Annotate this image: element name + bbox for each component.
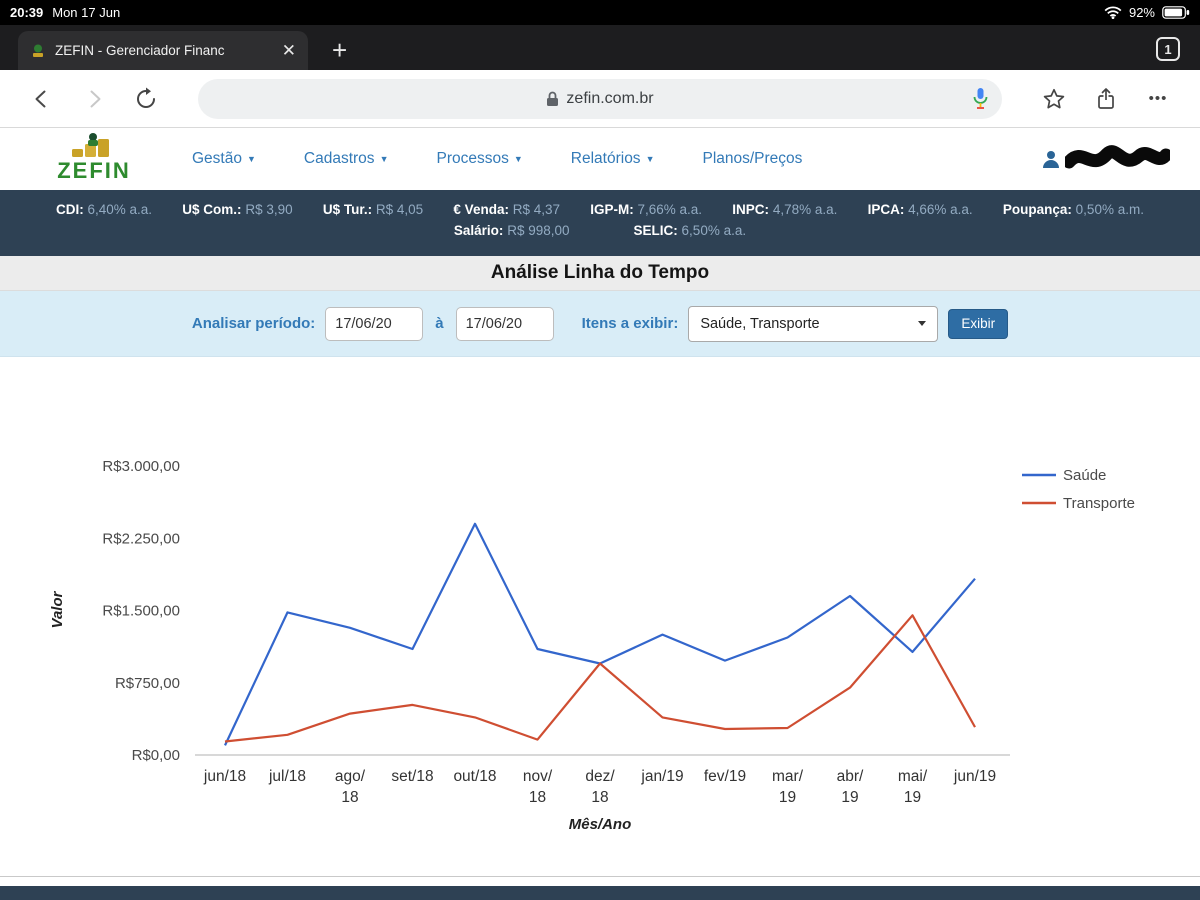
page-title: Análise Linha do Tempo <box>490 262 710 283</box>
zefin-logo[interactable]: ZEFIN <box>38 131 150 188</box>
chevron-down-icon: ▼ <box>645 154 655 164</box>
forward-button[interactable] <box>68 77 120 121</box>
svg-text:Saúde: Saúde <box>1063 467 1106 484</box>
user-icon <box>1043 151 1059 168</box>
clock: 20:39 <box>10 5 44 20</box>
nav-item-processos[interactable]: Processos ▼ <box>436 150 522 168</box>
svg-text:R$0,00: R$0,00 <box>132 747 180 764</box>
new-tab-button[interactable]: + <box>332 37 347 63</box>
status-bar: 20:39 Mon 17 Jun 92% <box>0 0 1200 25</box>
timeline-chart: R$0,00 R$750,00 R$1.500,00 R$2.250,00 R$3.00… <box>49 458 1135 833</box>
screen: 20:39 Mon 17 Jun 92% ZEFIN - Gerenciador… <box>0 0 1200 900</box>
title-bar: Análise Linha do Tempo <box>0 256 1200 291</box>
svg-text:Valor: Valor <box>49 590 66 628</box>
menu-button[interactable]: ••• <box>1132 77 1184 121</box>
battery-icon <box>1162 6 1190 19</box>
svg-text:out/18: out/18 <box>453 768 496 785</box>
share-button[interactable] <box>1080 77 1132 121</box>
period-separator: à <box>435 315 444 332</box>
nav-item-relatorios[interactable]: Relatórios ▼ <box>571 150 655 168</box>
svg-text:R$1.500,00: R$1.500,00 <box>102 603 180 620</box>
address-bar[interactable]: zefin.com.br <box>198 78 1002 119</box>
mic-icon[interactable] <box>972 87 989 111</box>
svg-text:R$2.250,00: R$2.250,00 <box>102 530 180 547</box>
svg-text:mar/19: mar/19 <box>772 768 804 806</box>
items-select[interactable]: Saúde, Transporte <box>688 305 939 342</box>
date-to-input[interactable] <box>455 306 554 341</box>
filter-bar: Analisar período: à Itens a exibir: Saúd… <box>0 291 1200 357</box>
main-nav: Gestão ▼ Cadastros ▼ Processos ▼ Relatórios… <box>192 150 802 168</box>
chevron-down-icon: ▼ <box>513 154 523 164</box>
date: Mon 17 Jun <box>52 5 121 20</box>
date-from-input[interactable] <box>325 306 424 341</box>
nav-item-cadastros[interactable]: Cadastros ▼ <box>304 150 389 168</box>
redacted-username-scribble <box>1065 145 1170 169</box>
menu-dots: ••• <box>1148 90 1168 107</box>
svg-text:set/18: set/18 <box>391 768 433 785</box>
indicator-bar: CDI: 6,40% a.a. U$ Com.: R$ 3,90 U$ Tur.… <box>0 190 1200 256</box>
svg-text:jul/18: jul/18 <box>268 768 306 785</box>
svg-text:nov/18: nov/18 <box>523 768 553 806</box>
indicator-dolar-turismo: U$ Tur.: R$ 4,05 <box>322 202 424 217</box>
zefin-favicon <box>33 44 43 57</box>
svg-text:jun/18: jun/18 <box>203 768 246 785</box>
svg-text:R$3.000,00: R$3.000,00 <box>102 458 180 475</box>
indicator-ipca: IPCA: 4,66% a.a. <box>867 202 973 217</box>
wifi-icon <box>1104 6 1122 19</box>
close-icon[interactable]: ✕ <box>282 42 296 59</box>
footer-gap <box>0 877 1200 886</box>
svg-text:fev/19: fev/19 <box>704 768 746 785</box>
indicator-selic: SELIC: 6,50% a.a. <box>633 223 747 238</box>
svg-text:mai/19: mai/19 <box>898 768 928 806</box>
browser-tab[interactable]: ZEFIN - Gerenciador Financ ✕ <box>18 31 308 70</box>
svg-text:dez/18: dez/18 <box>585 768 615 806</box>
chart-section: R$0,00 R$750,00 R$1.500,00 R$2.250,00 R$3.00… <box>0 357 1200 877</box>
items-select-value: Saúde, Transporte <box>700 315 820 332</box>
nav-item-planos-precos[interactable]: Planos/Preços <box>702 150 802 168</box>
svg-text:R$750,00: R$750,00 <box>115 675 180 692</box>
svg-text:jan/19: jan/19 <box>640 768 683 785</box>
period-label: Analisar período: <box>191 315 316 332</box>
indicator-cdi: CDI: 6,40% a.a. <box>56 202 153 217</box>
footer-bar <box>0 886 1200 900</box>
svg-text:abr/19: abr/19 <box>837 768 864 806</box>
tab-title: ZEFIN - Gerenciador Financ <box>55 43 225 58</box>
indicator-inpc: INPC: 4,78% a.a. <box>732 202 838 217</box>
svg-text:jun/19: jun/19 <box>953 768 996 785</box>
tab-counter-button[interactable]: 1 <box>1156 37 1180 61</box>
indicator-euro: € Venda: R$ 4,37 <box>453 202 561 217</box>
items-label: Itens a exibir: <box>581 315 679 332</box>
svg-text:Mês/Ano: Mês/Ano <box>569 816 632 833</box>
site-header: ZEFIN Gestão ▼ Cadastros ▼ Processos ▼ Rela… <box>0 128 1200 190</box>
svg-text:ZEFIN: ZEFIN <box>57 158 131 183</box>
indicator-salario: Salário: R$ 998,00 <box>453 223 570 238</box>
lock-icon <box>547 91 559 106</box>
user-area[interactable] <box>1041 142 1170 176</box>
chevron-down-icon: ▼ <box>379 154 389 164</box>
indicator-row-1: CDI: 6,40% a.a. U$ Com.: R$ 3,90 U$ Tur.… <box>0 202 1200 217</box>
bookmark-button[interactable] <box>1028 77 1080 121</box>
chevron-down-icon <box>918 321 927 326</box>
back-button[interactable] <box>16 77 68 121</box>
indicator-dolar-comercial: U$ Com.: R$ 3,90 <box>182 202 293 217</box>
chevron-down-icon: ▼ <box>246 154 256 164</box>
tab-strip: ZEFIN - Gerenciador Financ ✕ + 1 <box>0 25 1200 70</box>
indicator-row-2: Salário: R$ 998,00 SELIC: 6,50% a.a. <box>0 223 1200 238</box>
url-text: zefin.com.br <box>566 89 654 107</box>
reload-button[interactable] <box>120 77 172 121</box>
battery-percent: 92% <box>1128 5 1155 20</box>
svg-text:Transporte: Transporte <box>1063 495 1135 512</box>
nav-item-gestao[interactable]: Gestão ▼ <box>192 150 256 168</box>
indicator-poupanca: Poupança: 0,50% a.m. <box>1002 202 1144 217</box>
svg-text:ago/18: ago/18 <box>335 768 366 806</box>
exibir-button[interactable]: Exibir <box>948 308 1009 339</box>
browser-toolbar: zefin.com.br ••• <box>0 70 1200 128</box>
indicator-igpm: IGP-M: 7,66% a.a. <box>590 202 703 217</box>
